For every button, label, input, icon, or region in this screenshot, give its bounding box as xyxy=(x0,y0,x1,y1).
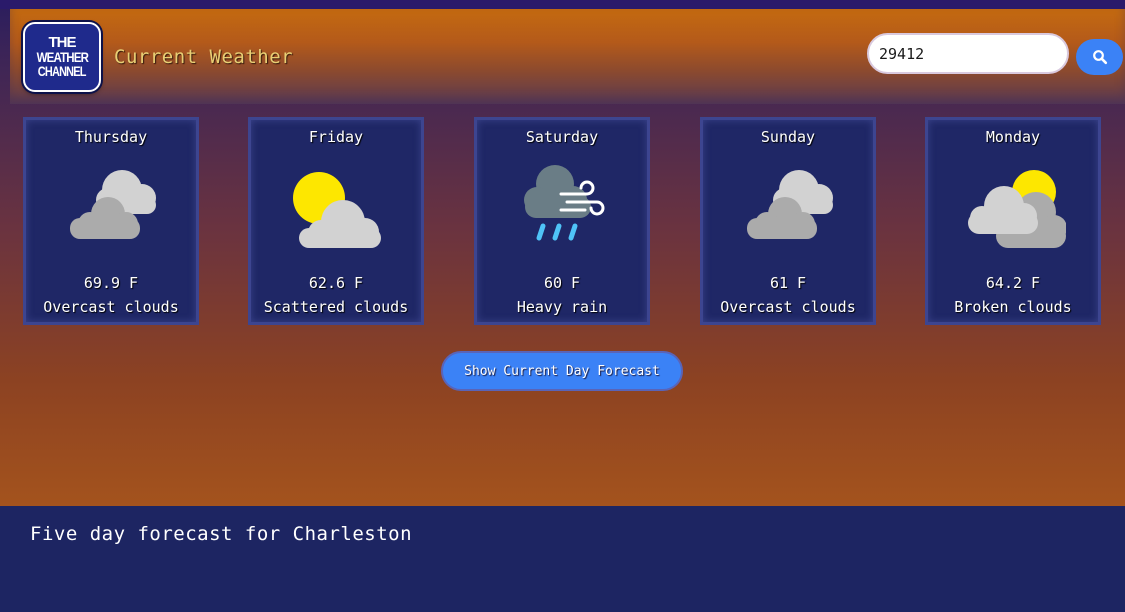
card-description: Overcast clouds xyxy=(720,298,856,316)
card-temperature: 69.9 F xyxy=(83,274,139,292)
sun-behind-cloud-icon xyxy=(293,172,381,248)
forecast-location-heading: Five day forecast for Charleston xyxy=(30,523,413,545)
card-temperature: 60 F xyxy=(543,274,581,292)
card-description: Broken clouds xyxy=(954,298,1072,316)
card-temperature: 64.2 F xyxy=(985,274,1041,292)
weather-app: THE WEATHER CHANNEL Current Weather Thur… xyxy=(0,0,1125,506)
weather-channel-logo[interactable]: THE WEATHER CHANNEL xyxy=(23,22,101,92)
card-temperature: 62.6 F xyxy=(308,274,364,292)
search-button[interactable] xyxy=(1076,39,1123,75)
card-day: Friday xyxy=(308,128,364,146)
card-day: Thursday xyxy=(74,128,148,146)
forecast-card[interactable]: Thursday 69.9 F Overcast clouds xyxy=(23,117,199,325)
search-icon xyxy=(1092,50,1107,65)
forecast-card[interactable]: Sunday 61 F Overcast clouds xyxy=(700,117,876,325)
broken-clouds-icon xyxy=(968,170,1066,248)
logo-line-1: THE xyxy=(48,34,77,51)
logo-line-3: CHANNEL xyxy=(38,63,87,79)
card-temperature: 61 F xyxy=(769,274,807,292)
page-title: Current Weather xyxy=(114,46,294,68)
card-description: Heavy rain xyxy=(516,298,608,316)
card-day: Monday xyxy=(985,128,1041,146)
overcast-clouds-icon xyxy=(747,170,833,239)
show-current-day-forecast-button[interactable]: Show Current Day Forecast xyxy=(441,351,683,391)
wind-rain-cloud-icon xyxy=(524,165,605,241)
top-strip xyxy=(0,0,1125,9)
forecast-card[interactable]: Saturday 60 F Heavy rain xyxy=(474,117,650,325)
card-description: Overcast clouds xyxy=(43,298,179,316)
card-day: Saturday xyxy=(525,128,599,146)
forecast-card[interactable]: Monday 64.2 F Broken clouds xyxy=(925,117,1101,325)
header-bar: THE WEATHER CHANNEL Current Weather xyxy=(10,9,1125,104)
forecast-card[interactable]: Friday 62.6 F Scattered clouds xyxy=(248,117,424,325)
card-day: Sunday xyxy=(760,128,816,146)
overcast-clouds-icon xyxy=(70,170,156,239)
logo-line-2: WEATHER xyxy=(36,49,88,65)
zip-search-input[interactable] xyxy=(867,33,1069,74)
footer-panel: Five day forecast for Charleston xyxy=(0,506,1125,612)
card-description: Scattered clouds xyxy=(263,298,409,316)
forecast-cards: Thursday 69.9 F Overcast clouds Friday 6… xyxy=(0,117,1125,325)
